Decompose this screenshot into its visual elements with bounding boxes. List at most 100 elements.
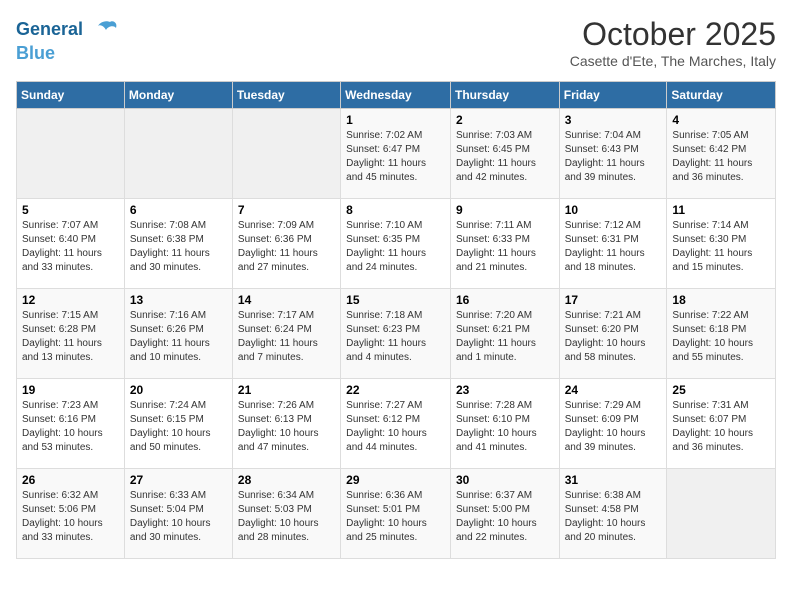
day-info: Sunrise: 6:32 AMSunset: 5:06 PMDaylight:… (22, 489, 119, 545)
calendar-week-row: 26 Sunrise: 6:32 AMSunset: 5:06 PMDayligh… (17, 469, 776, 559)
calendar-cell: 3 Sunrise: 7:04 AMSunset: 6:43 PMDaylight… (559, 109, 667, 199)
calendar-cell: 15 Sunrise: 7:18 AMSunset: 6:23 PMDayligh… (341, 289, 451, 379)
column-header-thursday: Thursday (450, 82, 559, 109)
calendar-table: SundayMondayTuesdayWednesdayThursdayFrid… (16, 81, 776, 559)
day-number: 11 (672, 203, 770, 217)
calendar-cell: 10 Sunrise: 7:12 AMSunset: 6:31 PMDayligh… (559, 199, 667, 289)
calendar-cell: 26 Sunrise: 6:32 AMSunset: 5:06 PMDayligh… (17, 469, 125, 559)
calendar-cell: 13 Sunrise: 7:16 AMSunset: 6:26 PMDayligh… (124, 289, 232, 379)
logo: General Blue (16, 16, 118, 64)
calendar-header-row: SundayMondayTuesdayWednesdayThursdayFrid… (17, 82, 776, 109)
day-info: Sunrise: 6:34 AMSunset: 5:03 PMDaylight:… (238, 489, 335, 545)
day-number: 10 (565, 203, 662, 217)
day-number: 19 (22, 383, 119, 397)
calendar-week-row: 19 Sunrise: 7:23 AMSunset: 6:16 PMDayligh… (17, 379, 776, 469)
day-number: 9 (456, 203, 554, 217)
calendar-cell: 21 Sunrise: 7:26 AMSunset: 6:13 PMDayligh… (232, 379, 340, 469)
day-number: 24 (565, 383, 662, 397)
day-number: 18 (672, 293, 770, 307)
day-info: Sunrise: 6:37 AMSunset: 5:00 PMDaylight:… (456, 489, 554, 545)
calendar-cell: 11 Sunrise: 7:14 AMSunset: 6:30 PMDayligh… (667, 199, 776, 289)
calendar-cell: 17Sunrise: 7:21 AMSunset: 6:20 PMDayligh… (559, 289, 667, 379)
day-number: 27 (130, 473, 227, 487)
day-info: Sunrise: 7:05 AMSunset: 6:42 PMDaylight:… (672, 129, 770, 185)
page-header: General Blue October 2025 Casette d'Ete,… (16, 16, 776, 69)
day-info: Sunrise: 7:28 AMSunset: 6:10 PMDaylight:… (456, 399, 554, 455)
calendar-cell: 28 Sunrise: 6:34 AMSunset: 5:03 PMDayligh… (232, 469, 340, 559)
day-number: 23 (456, 383, 554, 397)
day-info: Sunrise: 6:33 AMSunset: 5:04 PMDaylight:… (130, 489, 227, 545)
day-info: Sunrise: 7:03 AMSunset: 6:45 PMDaylight:… (456, 129, 554, 185)
day-info: Sunrise: 7:04 AMSunset: 6:43 PMDaylight:… (565, 129, 662, 185)
calendar-cell: 23 Sunrise: 7:28 AMSunset: 6:10 PMDayligh… (450, 379, 559, 469)
calendar-cell: 27 Sunrise: 6:33 AMSunset: 5:04 PMDayligh… (124, 469, 232, 559)
column-header-monday: Monday (124, 82, 232, 109)
day-number: 28 (238, 473, 335, 487)
day-info: Sunrise: 7:08 AMSunset: 6:38 PMDaylight:… (130, 219, 227, 275)
day-number: 15 (346, 293, 445, 307)
calendar-cell: 5Sunrise: 7:07 AMSunset: 6:40 PMDaylight… (17, 199, 125, 289)
day-info: Sunrise: 7:21 AMSunset: 6:20 PMDaylight:… (565, 309, 662, 365)
column-header-tuesday: Tuesday (232, 82, 340, 109)
day-number: 5 (22, 203, 119, 217)
day-number: 3 (565, 113, 662, 127)
day-info: Sunrise: 7:29 AMSunset: 6:09 PMDaylight:… (565, 399, 662, 455)
calendar-week-row: 12 Sunrise: 7:15 AMSunset: 6:28 PMDayligh… (17, 289, 776, 379)
day-number: 25 (672, 383, 770, 397)
day-info: Sunrise: 7:24 AMSunset: 6:15 PMDaylight:… (130, 399, 227, 455)
calendar-cell: 9 Sunrise: 7:11 AMSunset: 6:33 PMDaylight… (450, 199, 559, 289)
column-header-sunday: Sunday (17, 82, 125, 109)
day-number: 13 (130, 293, 227, 307)
day-number: 26 (22, 473, 119, 487)
day-info: Sunrise: 7:27 AMSunset: 6:12 PMDaylight:… (346, 399, 445, 455)
day-info: Sunrise: 7:09 AMSunset: 6:36 PMDaylight:… (238, 219, 335, 275)
calendar-week-row: 5Sunrise: 7:07 AMSunset: 6:40 PMDaylight… (17, 199, 776, 289)
day-info: Sunrise: 7:02 AMSunset: 6:47 PMDaylight:… (346, 129, 445, 185)
logo-blue: Blue (16, 43, 55, 63)
day-number: 6 (130, 203, 227, 217)
day-info: Sunrise: 7:31 AMSunset: 6:07 PMDaylight:… (672, 399, 770, 455)
day-number: 1 (346, 113, 445, 127)
day-number: 29 (346, 473, 445, 487)
calendar-cell: 2Sunrise: 7:03 AMSunset: 6:45 PMDaylight… (450, 109, 559, 199)
day-info: Sunrise: 7:26 AMSunset: 6:13 PMDaylight:… (238, 399, 335, 455)
calendar-cell (124, 109, 232, 199)
title-block: October 2025 Casette d'Ete, The Marches,… (570, 16, 776, 69)
calendar-cell (17, 109, 125, 199)
day-number: 22 (346, 383, 445, 397)
day-info: Sunrise: 7:17 AMSunset: 6:24 PMDaylight:… (238, 309, 335, 365)
day-info: Sunrise: 7:23 AMSunset: 6:16 PMDaylight:… (22, 399, 119, 455)
month-title: October 2025 (570, 16, 776, 53)
calendar-cell: 30 Sunrise: 6:37 AMSunset: 5:00 PMDayligh… (450, 469, 559, 559)
day-info: Sunrise: 7:12 AMSunset: 6:31 PMDaylight:… (565, 219, 662, 275)
day-info: Sunrise: 7:10 AMSunset: 6:35 PMDaylight:… (346, 219, 445, 275)
calendar-cell: 12 Sunrise: 7:15 AMSunset: 6:28 PMDayligh… (17, 289, 125, 379)
day-number: 4 (672, 113, 770, 127)
day-number: 31 (565, 473, 662, 487)
column-header-saturday: Saturday (667, 82, 776, 109)
day-number: 16 (456, 293, 554, 307)
day-number: 12 (22, 293, 119, 307)
logo-general: General (16, 19, 83, 39)
calendar-cell: 22 Sunrise: 7:27 AMSunset: 6:12 PMDayligh… (341, 379, 451, 469)
day-info: Sunrise: 7:20 AMSunset: 6:21 PMDaylight:… (456, 309, 554, 365)
day-info: Sunrise: 7:14 AMSunset: 6:30 PMDaylight:… (672, 219, 770, 275)
day-number: 7 (238, 203, 335, 217)
day-info: Sunrise: 6:38 AMSunset: 4:58 PMDaylight:… (565, 489, 662, 545)
day-info: Sunrise: 7:11 AMSunset: 6:33 PMDaylight:… (456, 219, 554, 275)
calendar-cell: 25 Sunrise: 7:31 AMSunset: 6:07 PMDayligh… (667, 379, 776, 469)
calendar-cell: 20Sunrise: 7:24 AMSunset: 6:15 PMDayligh… (124, 379, 232, 469)
location-subtitle: Casette d'Ete, The Marches, Italy (570, 53, 776, 69)
day-info: Sunrise: 7:18 AMSunset: 6:23 PMDaylight:… (346, 309, 445, 365)
day-number: 8 (346, 203, 445, 217)
calendar-cell (232, 109, 340, 199)
day-info: Sunrise: 7:15 AMSunset: 6:28 PMDaylight:… (22, 309, 119, 365)
day-info: Sunrise: 7:22 AMSunset: 6:18 PMDaylight:… (672, 309, 770, 365)
day-number: 30 (456, 473, 554, 487)
calendar-cell (667, 469, 776, 559)
calendar-cell: 14Sunrise: 7:17 AMSunset: 6:24 PMDayligh… (232, 289, 340, 379)
day-number: 21 (238, 383, 335, 397)
calendar-cell: 4 Sunrise: 7:05 AMSunset: 6:42 PMDaylight… (667, 109, 776, 199)
calendar-cell: 18 Sunrise: 7:22 AMSunset: 6:18 PMDayligh… (667, 289, 776, 379)
day-info: Sunrise: 7:16 AMSunset: 6:26 PMDaylight:… (130, 309, 227, 365)
